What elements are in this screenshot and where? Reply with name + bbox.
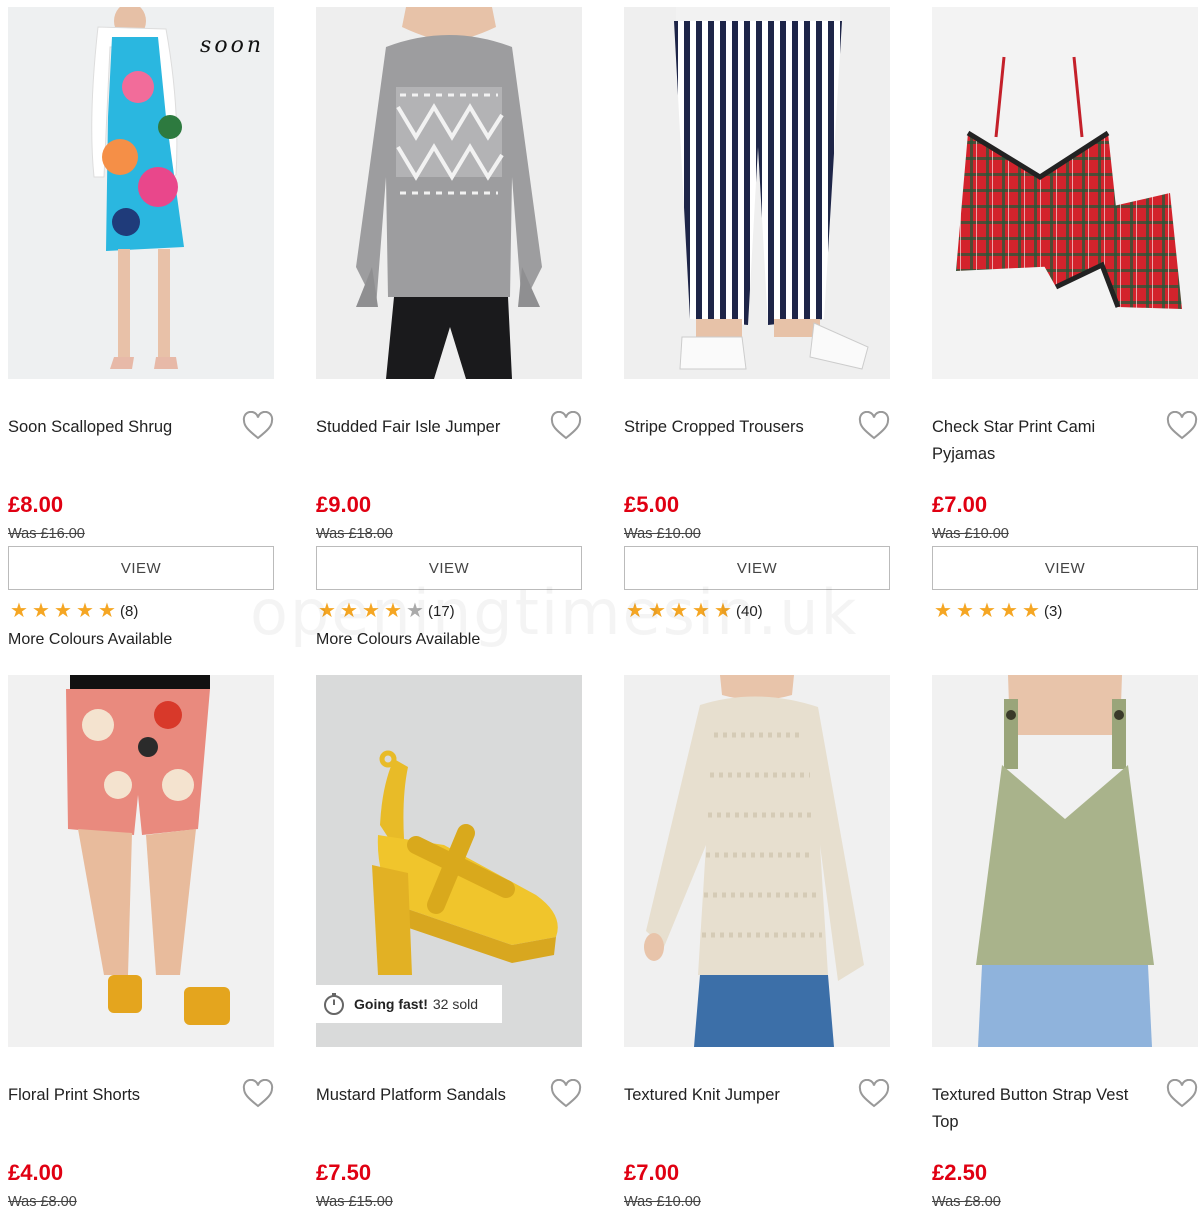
product-was-price: Was £10.00: [624, 1194, 701, 1209]
check-pyjamas-photo: [956, 56, 1182, 309]
product-image[interactable]: [932, 7, 1198, 379]
product-title[interactable]: Studded Fair Isle Jumper: [316, 414, 541, 441]
heart-outline-icon[interactable]: [550, 411, 582, 441]
product-was-price: Was £8.00: [932, 1194, 1001, 1209]
product-grid: soon Soon Scalloped Shrug £8.00 Was £16.…: [0, 0, 1200, 1209]
product-was-price: Was £8.00: [8, 1194, 77, 1209]
rating-count: (40): [736, 602, 763, 620]
heart-outline-icon[interactable]: [1166, 1079, 1198, 1109]
product-title[interactable]: Check Star Print Cami Pyjamas: [932, 414, 1157, 468]
stopwatch-icon: [324, 993, 344, 1015]
product-rating[interactable]: ★ ★ ★ ★ ★ (40): [624, 600, 763, 622]
star-icon: ★: [978, 600, 996, 622]
going-fast-badge: Going fast! 32 sold: [316, 985, 502, 1023]
rating-count: (17): [428, 602, 455, 620]
heart-outline-icon[interactable]: [1166, 411, 1198, 441]
heart-outline-icon[interactable]: [550, 1079, 582, 1109]
product-was-price: Was £10.00: [624, 526, 701, 542]
star-icon: ★: [54, 600, 72, 622]
view-button[interactable]: VIEW: [932, 546, 1198, 590]
badge-bold-text: Going fast!: [354, 996, 428, 1012]
product-title[interactable]: Stripe Cropped Trousers: [624, 414, 849, 441]
star-icon: ★: [626, 600, 644, 622]
product-image[interactable]: [624, 675, 890, 1047]
fair-isle-jumper-photo: [356, 7, 542, 379]
button-strap-vest-photo: [976, 675, 1154, 1047]
floral-shorts-photo: [66, 675, 230, 1025]
product-rating[interactable]: ★ ★ ★ ★ ★ (3): [932, 600, 1062, 622]
star-icon: ★: [318, 600, 336, 622]
product-was-price: Was £10.00: [932, 526, 1009, 542]
product-was-price: Was £15.00: [316, 1194, 393, 1209]
product-image[interactable]: Going fast! 32 sold: [316, 675, 582, 1047]
star-icon: ★: [340, 600, 358, 622]
product-image[interactable]: [8, 675, 274, 1047]
view-button[interactable]: VIEW: [624, 546, 890, 590]
star-icon: ★: [1000, 600, 1018, 622]
stripe-trousers-photo: [674, 7, 869, 370]
product-price: £7.00: [932, 492, 988, 517]
textured-knit-jumper-photo: [644, 675, 864, 1047]
product-price: £9.00: [316, 492, 372, 517]
product-title[interactable]: Floral Print Shorts: [8, 1082, 233, 1109]
view-button[interactable]: VIEW: [8, 546, 274, 590]
star-icon: ★: [648, 600, 666, 622]
star-icon: ★: [714, 600, 732, 622]
product-title[interactable]: Soon Scalloped Shrug: [8, 414, 233, 441]
product-was-price: Was £18.00: [316, 526, 393, 542]
product-image[interactable]: [316, 7, 582, 379]
star-icon: ★: [32, 600, 50, 622]
product-image[interactable]: [624, 7, 890, 379]
star-icon: ★: [1022, 600, 1040, 622]
star-icon: ★: [956, 600, 974, 622]
product-image[interactable]: [932, 675, 1198, 1047]
rating-count: (3): [1044, 602, 1063, 620]
product-rating[interactable]: ★ ★ ★ ★ ★ (8): [8, 600, 138, 622]
product-title[interactable]: Mustard Platform Sandals: [316, 1082, 541, 1109]
more-colours-link[interactable]: More Colours Available: [8, 631, 172, 649]
star-icon: ★: [76, 600, 94, 622]
product-price: £4.00: [8, 1160, 64, 1185]
heart-outline-icon[interactable]: [858, 411, 890, 441]
brand-tag: soon: [200, 33, 264, 58]
star-icon: ★: [10, 600, 28, 622]
product-was-price: Was £16.00: [8, 526, 85, 542]
product-price: £2.50: [932, 1160, 988, 1185]
badge-text: 32 sold: [432, 996, 479, 1012]
star-empty-icon: ★: [406, 600, 424, 622]
heart-outline-icon[interactable]: [242, 411, 274, 441]
star-icon: ★: [98, 600, 116, 622]
heart-outline-icon[interactable]: [242, 1079, 274, 1109]
more-colours-link[interactable]: More Colours Available: [316, 631, 480, 649]
product-price: £5.00: [624, 492, 680, 517]
product-price: £7.00: [624, 1160, 680, 1185]
product-image[interactable]: soon: [8, 7, 274, 379]
heart-outline-icon[interactable]: [858, 1079, 890, 1109]
star-icon: ★: [692, 600, 710, 622]
star-icon: ★: [934, 600, 952, 622]
scalloped-shrug-photo: [91, 7, 184, 369]
star-icon: ★: [362, 600, 380, 622]
star-icon: ★: [670, 600, 688, 622]
product-rating[interactable]: ★ ★ ★ ★ ★ (17): [316, 600, 455, 622]
product-price: £8.00: [8, 492, 64, 517]
product-price: £7.50: [316, 1160, 372, 1185]
rating-count: (8): [120, 602, 139, 620]
view-button[interactable]: VIEW: [316, 546, 582, 590]
star-icon: ★: [384, 600, 402, 622]
product-title[interactable]: Textured Button Strap Vest Top: [932, 1082, 1157, 1136]
product-title[interactable]: Textured Knit Jumper: [624, 1082, 849, 1109]
